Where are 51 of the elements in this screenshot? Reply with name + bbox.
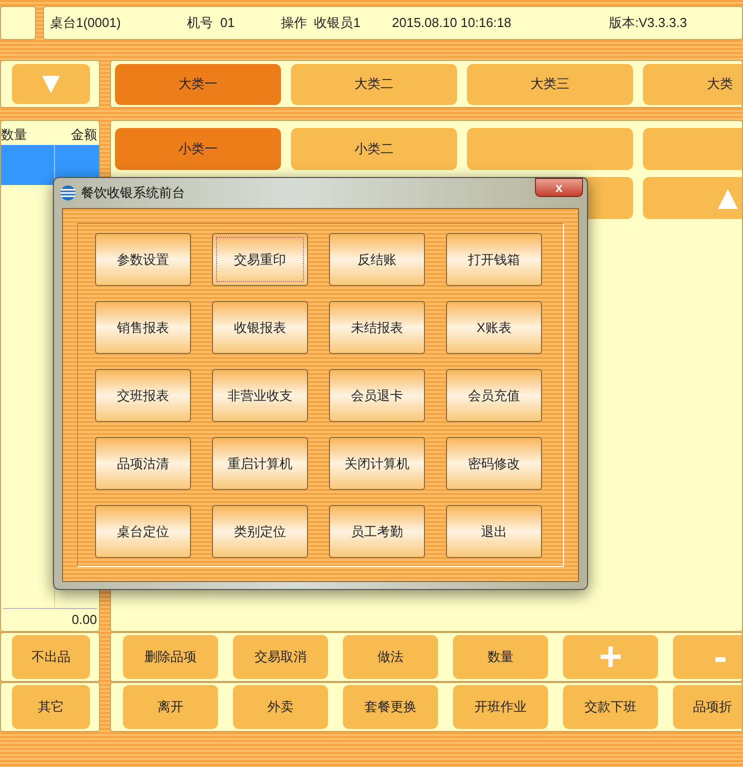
menu-button[interactable]: 收银报表 [212,301,308,354]
action-button[interactable]: 交款下班 [563,685,658,729]
globe-icon [60,185,76,201]
action-button[interactable]: 外卖 [233,685,328,729]
action-button[interactable]: 套餐更换 [343,685,438,729]
menu-button[interactable]: 未结报表 [329,301,425,354]
status-text: 机号 01 [187,14,235,32]
status-text: 桌台1(0001) [50,14,121,32]
category-tab[interactable]: 大类一 [115,64,281,104]
menu-button[interactable]: 交易重印 [212,233,308,286]
menu-button[interactable]: 销售报表 [95,301,191,354]
status-text: 版本:V3.3.3.3 [609,14,688,32]
subcategory-tab[interactable]: 小类一 [115,128,281,170]
category-tab[interactable]: 大类二 [291,64,457,104]
subcategory-tab[interactable]: 小类二 [291,128,457,170]
order-row[interactable] [1,145,99,185]
menu-button[interactable]: X账表 [446,301,542,354]
dialog-title: 餐饮收银系统前台 [81,184,185,202]
menu-button[interactable]: 重启计算机 [212,437,308,490]
menu-button[interactable]: 桌台定位 [95,505,191,558]
category-tab[interactable]: 大类 [643,64,742,104]
menu-button[interactable]: 会员充值 [446,369,542,422]
menu-button[interactable]: 交班报表 [95,369,191,422]
menu-button[interactable]: 反结账 [329,233,425,286]
menu-button[interactable]: 参数设置 [95,233,191,286]
action-button[interactable]: 开班作业 [453,685,548,729]
action-button[interactable]: 删除品项 [123,635,218,679]
status-text: 操作 收银员1 [281,14,360,32]
menu-button[interactable]: 密码修改 [446,437,542,490]
category-tab[interactable]: 大类三 [467,64,633,104]
action-button[interactable]: 做法 [343,635,438,679]
menu-button[interactable]: 类别定位 [212,505,308,558]
column-header: 数量 [1,126,27,144]
action-button[interactable]: 离开 [123,685,218,729]
menu-button[interactable]: 非营业收支 [212,369,308,422]
menu-button[interactable]: 退出 [446,505,542,558]
total-amount: 0.00 [72,611,97,630]
action-button[interactable]: 交易取消 [233,635,328,679]
menu-button[interactable]: 员工考勤 [329,505,425,558]
menu-button[interactable]: 品项沽清 [95,437,191,490]
column-header: 金额 [71,126,97,144]
action-button[interactable]: 数量 [453,635,548,679]
side-panel [0,6,36,40]
function-button[interactable]: 其它 [12,685,90,729]
function-button[interactable]: 不出品 [12,635,90,679]
status-text: 2015.08.10 10:16:18 [392,14,512,32]
subcategory-tab[interactable] [467,128,633,170]
menu-button[interactable]: 关闭计算机 [329,437,425,490]
menu-button[interactable]: 打开钱箱 [446,233,542,286]
menu-button[interactable]: 会员退卡 [329,369,425,422]
action-button[interactable]: 品项折 [673,685,742,729]
